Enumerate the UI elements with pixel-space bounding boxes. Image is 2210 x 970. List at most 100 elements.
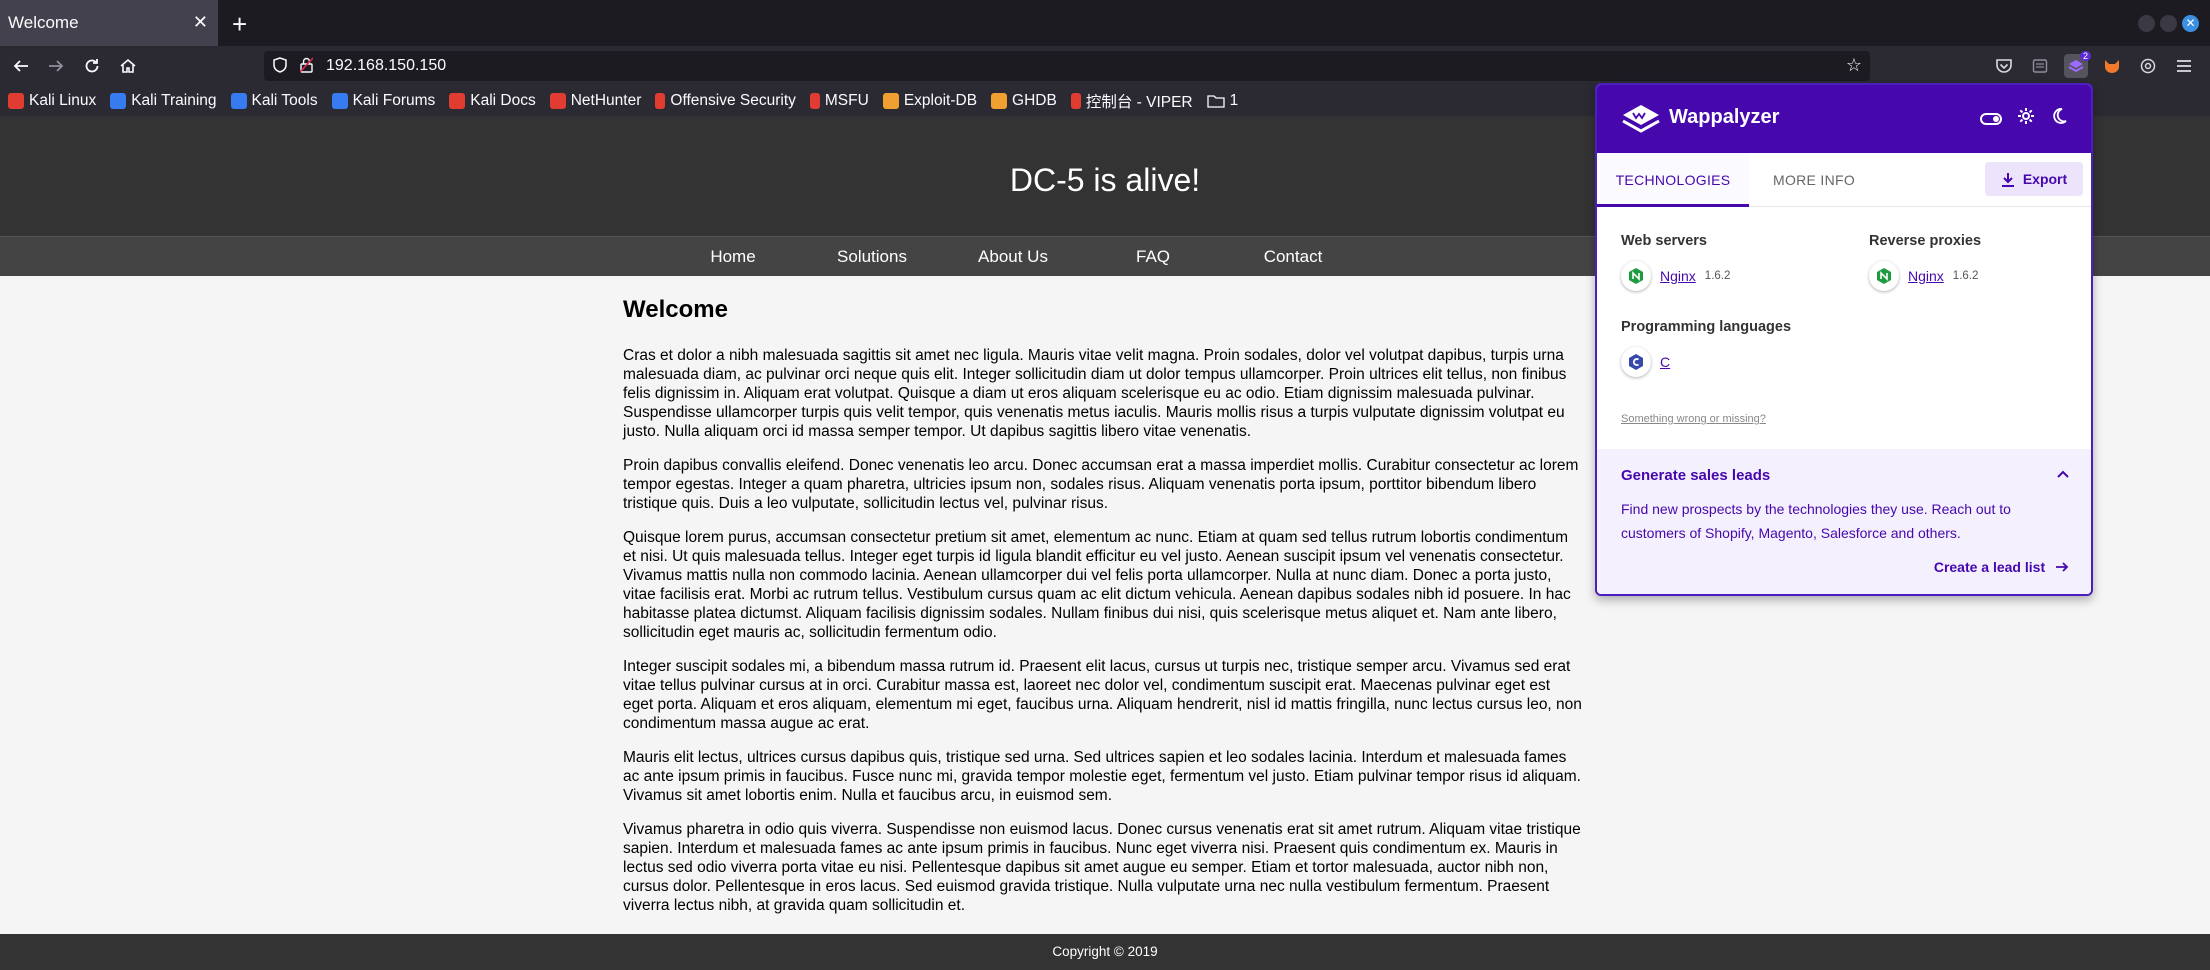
new-tab-button[interactable]: + — [232, 9, 247, 40]
paragraph: Vivamus pharetra in odio quis viverra. S… — [623, 821, 1581, 914]
msfu-icon — [809, 93, 820, 109]
something-wrong-link[interactable]: Something wrong or missing? — [1621, 413, 1766, 425]
extension-badge: 2 — [2079, 51, 2091, 61]
category-web-servers: Web servers — [1621, 233, 1707, 249]
minimize-button[interactable] — [2138, 15, 2155, 32]
tech-item[interactable]: Nginx 1.6.2 — [1869, 261, 1978, 291]
browser-nav-bar: 192.168.150.150 ☆ 2 — [0, 46, 2210, 86]
tech-name[interactable]: C — [1660, 354, 1670, 370]
paragraph: Proin dapibus convallis eleifend. Donec … — [623, 457, 1579, 512]
home-button[interactable] — [116, 54, 140, 78]
bookmark-kali-tools[interactable]: Kali Tools — [230, 92, 318, 110]
exploit-db-icon — [882, 93, 899, 109]
forward-button[interactable] — [44, 54, 68, 78]
bookmark-kali-forums[interactable]: Kali Forums — [331, 92, 435, 110]
tech-name[interactable]: Nginx — [1660, 268, 1696, 284]
arrow-right-icon — [2056, 562, 2069, 572]
site-footer: Copyright © 2019 — [0, 934, 2210, 970]
url-text[interactable]: 192.168.150.150 — [326, 57, 446, 75]
export-label: Export — [2022, 171, 2068, 187]
nav-faq[interactable]: FAQ — [1136, 247, 1170, 267]
chevron-up-icon[interactable] — [2057, 465, 2069, 483]
ghdb-icon — [991, 93, 1008, 109]
sales-leads-panel: Generate sales leads Find new prospects … — [1597, 449, 2091, 594]
browser-tab[interactable]: Welcome ✕ — [0, 0, 218, 46]
bookmark-kali-training[interactable]: Kali Training — [110, 92, 217, 110]
maximize-button[interactable] — [2160, 15, 2177, 32]
tab-more-info[interactable]: MORE INFO — [1773, 153, 1855, 207]
bookmark-offensive-security[interactable]: Offensive Security — [655, 92, 796, 110]
bookmark-folder[interactable]: 1 — [1206, 92, 1238, 110]
nav-contact[interactable]: Contact — [1264, 247, 1323, 267]
kali-training-icon — [110, 93, 127, 109]
nav-solutions[interactable]: Solutions — [837, 247, 907, 267]
browser-tab-bar: Welcome ✕ + ✕ — [0, 0, 2210, 46]
address-bar[interactable]: 192.168.150.150 ☆ — [264, 51, 1870, 81]
export-button[interactable]: Export — [1985, 162, 2083, 196]
kali-dragon-icon — [8, 93, 24, 109]
wappalyzer-extension-icon[interactable]: 2 — [2064, 51, 2091, 78]
nginx-icon — [1869, 261, 1899, 291]
wappalyzer-tabs: TECHNOLOGIES MORE INFO Export — [1597, 153, 2091, 207]
tab-close-icon[interactable]: ✕ — [193, 12, 208, 33]
bookmark-star-icon[interactable]: ☆ — [1846, 55, 1862, 76]
arrow-left-icon — [13, 60, 28, 72]
bookmark-exploit-db[interactable]: Exploit-DB — [882, 92, 977, 110]
category-reverse-proxies: Reverse proxies — [1869, 233, 1982, 249]
tech-version: 1.6.2 — [1704, 270, 1731, 282]
main-content: Welcome Cras et dolor a nibh malesuada s… — [623, 296, 1583, 930]
bookmark-viper[interactable]: 控制台 - VIPER — [1070, 90, 1193, 112]
paragraph: Mauris elit lectus, ultrices cursus dapi… — [623, 749, 1581, 804]
paragraph: Quisque lorem purus, accumsan consectetu… — [623, 529, 1571, 641]
paragraph: Integer suscipit sodales mi, a bibendum … — [623, 658, 1582, 732]
shield-icon[interactable] — [273, 57, 287, 76]
viper-icon — [1070, 93, 1081, 109]
tech-item[interactable]: Nginx 1.6.2 — [1621, 261, 1730, 291]
bookmark-msfu[interactable]: MSFU — [809, 92, 869, 110]
cta-label: Create a lead list — [1933, 559, 2046, 575]
nav-home[interactable]: Home — [710, 247, 755, 267]
extensions-puzzle-icon[interactable] — [2136, 54, 2160, 78]
kali-forums-icon — [331, 93, 348, 109]
bookmark-kali-linux[interactable]: Kali Linux — [8, 92, 96, 110]
download-icon — [2001, 172, 2014, 187]
leads-title[interactable]: Generate sales leads — [1621, 467, 1770, 484]
category-programming-languages: Programming languages — [1621, 319, 1792, 335]
tech-item[interactable]: C — [1621, 347, 1670, 377]
reader-view-icon[interactable] — [2028, 54, 2052, 78]
bookmark-ghdb[interactable]: GHDB — [991, 92, 1057, 110]
kali-tools-icon — [230, 93, 247, 109]
settings-gear-icon[interactable] — [2017, 107, 2035, 130]
arrow-right-icon — [49, 60, 64, 72]
folder-icon — [1206, 95, 1225, 108]
wappalyzer-logo-icon — [1621, 99, 1661, 139]
dark-mode-moon-icon[interactable] — [2051, 107, 2067, 130]
pocket-icon[interactable] — [1992, 54, 2016, 78]
toggle-icon[interactable] — [1980, 113, 2002, 125]
nethunter-icon — [549, 93, 566, 109]
wappalyzer-header: Wappalyzer — [1597, 85, 2091, 153]
offsec-icon — [655, 93, 666, 109]
reload-icon — [85, 59, 99, 73]
back-button[interactable] — [9, 54, 33, 78]
tech-version: 1.6.2 — [1952, 270, 1979, 282]
home-icon — [120, 58, 136, 73]
lock-icon[interactable] — [299, 57, 314, 76]
tech-name[interactable]: Nginx — [1908, 268, 1944, 284]
paragraph: Cras et dolor a nibh malesuada sagittis … — [623, 347, 1567, 440]
tab-technologies[interactable]: TECHNOLOGIES — [1597, 153, 1749, 207]
create-lead-list-link[interactable]: Create a lead list — [1934, 559, 2069, 575]
nav-about-us[interactable]: About Us — [978, 247, 1048, 267]
wappalyzer-popup: Wappalyzer TECHNOLOGIES MORE INFO Export… — [1595, 83, 2093, 596]
reload-button[interactable] — [80, 54, 104, 78]
nginx-icon — [1621, 261, 1651, 291]
window-close-button[interactable]: ✕ — [2182, 15, 2199, 32]
kali-docs-icon — [449, 93, 466, 109]
bookmark-kali-docs[interactable]: Kali Docs — [449, 92, 536, 110]
c-language-icon — [1621, 347, 1651, 377]
menu-hamburger-icon[interactable] — [2172, 54, 2196, 78]
page-heading: Welcome — [623, 296, 728, 323]
tab-title: Welcome — [8, 13, 79, 32]
foxyproxy-icon[interactable] — [2100, 54, 2124, 78]
bookmark-nethunter[interactable]: NetHunter — [549, 92, 641, 110]
